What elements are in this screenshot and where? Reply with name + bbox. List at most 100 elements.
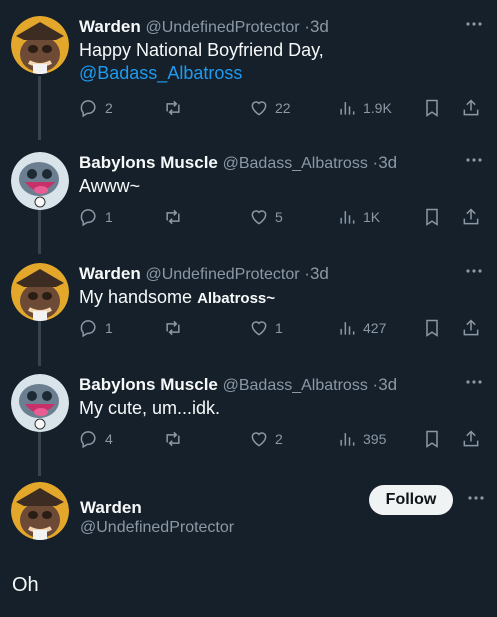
tweet[interactable]: Warden @UndefinedProtector ·3d Happy Nat… — [0, 16, 497, 126]
share-icon — [463, 208, 479, 225]
timestamp[interactable]: ·3d — [304, 17, 329, 36]
tweet-header: Warden @UndefinedProtector ·3d — [79, 263, 457, 286]
share-icon — [463, 99, 479, 116]
action-bar: 1 5 1K — [79, 205, 484, 229]
more-icon[interactable] — [467, 492, 485, 502]
timestamp[interactable]: ·3d — [373, 375, 398, 394]
retweet-button[interactable] — [163, 427, 183, 451]
reply-count: 1 — [105, 209, 113, 225]
tweet-text: My handsome Albatross~ — [79, 286, 275, 310]
more-icon[interactable] — [465, 376, 483, 386]
warden-avatar-art — [11, 263, 69, 321]
bookmark-button[interactable] — [422, 316, 442, 340]
tweet-text-line: Happy National Boyfriend Day, — [79, 40, 324, 60]
like-count: 5 — [275, 209, 283, 225]
tweet-text: Oh — [12, 574, 39, 596]
share-icon — [463, 430, 479, 447]
action-bar: 1 1 427 — [79, 316, 484, 340]
reply-button[interactable]: 2 — [79, 96, 113, 120]
retweet-icon — [166, 320, 180, 336]
author-handle[interactable]: @Badass_Albatross — [223, 377, 368, 394]
retweet-icon — [166, 431, 180, 447]
views-count: 1K — [363, 209, 381, 225]
views-icon — [340, 211, 355, 224]
share-icon — [463, 319, 479, 336]
views-button[interactable]: 395 — [337, 427, 386, 451]
heart-icon — [251, 210, 267, 225]
share-button[interactable] — [461, 427, 481, 451]
share-button[interactable] — [461, 316, 481, 340]
avatar-warden[interactable] — [11, 482, 69, 540]
like-count: 22 — [275, 100, 291, 116]
more-icon[interactable] — [465, 154, 483, 164]
author-name[interactable]: Warden — [79, 264, 141, 283]
retweet-button[interactable] — [163, 316, 183, 340]
tweet-text: Awww~ — [79, 176, 141, 196]
retweet-icon — [166, 100, 180, 116]
author-name[interactable]: Babylons Muscle — [79, 375, 218, 394]
timestamp[interactable]: ·3d — [373, 153, 398, 172]
bookmark-button[interactable] — [422, 96, 442, 120]
bookmark-icon — [426, 430, 438, 448]
like-button[interactable]: 1 — [249, 316, 283, 340]
author-handle[interactable]: @UndefinedProtector — [145, 19, 299, 36]
tweet-header: Warden @UndefinedProtector ·3d — [79, 16, 457, 39]
author-handle[interactable]: @UndefinedProtector — [80, 519, 234, 537]
heart-icon — [251, 432, 267, 447]
tweet-text: Happy National Boyfriend Day, @Badass_Al… — [79, 39, 324, 85]
reply-icon — [80, 100, 96, 118]
follow-button[interactable]: Follow — [369, 485, 453, 515]
author-handle[interactable]: @UndefinedProtector — [145, 266, 299, 283]
reply-icon — [80, 209, 96, 227]
retweet-button[interactable] — [163, 205, 183, 229]
tweet[interactable]: Babylons Muscle @Badass_Albatross ·3d Aw… — [0, 152, 497, 262]
timestamp[interactable]: ·3d — [304, 264, 329, 283]
like-button[interactable]: 2 — [249, 427, 283, 451]
avatar-babylons[interactable] — [11, 374, 69, 432]
avatar-warden[interactable] — [11, 16, 69, 74]
tweet[interactable]: Warden @UndefinedProtector ·3d My handso… — [0, 263, 497, 373]
avatar-babylons[interactable] — [11, 152, 69, 210]
retweet-icon — [166, 209, 180, 225]
avatar-warden[interactable] — [11, 263, 69, 321]
bookmark-icon — [426, 99, 438, 117]
author-name[interactable]: Warden — [80, 498, 142, 518]
retweet-button[interactable] — [163, 96, 183, 120]
like-button[interactable]: 5 — [249, 205, 283, 229]
like-button[interactable]: 22 — [249, 96, 291, 120]
more-icon[interactable] — [465, 18, 483, 28]
like-count: 2 — [275, 431, 283, 447]
heart-icon — [251, 321, 267, 336]
heart-icon — [251, 101, 267, 116]
reply-button[interactable]: 1 — [79, 205, 113, 229]
bookmark-icon — [426, 208, 438, 226]
mention-link[interactable]: @Badass_Albatross — [79, 62, 324, 85]
views-button[interactable]: 1K — [337, 205, 380, 229]
bookmark-button[interactable] — [422, 205, 442, 229]
tweet-header: Babylons Muscle @Badass_Albatross ·3d — [79, 374, 457, 397]
reply-icon — [80, 320, 96, 338]
share-button[interactable] — [461, 96, 481, 120]
tweet-text-plain: My handsome — [79, 287, 193, 307]
tweet-text: My cute, um...idk. — [79, 398, 221, 418]
tweet[interactable]: Babylons Muscle @Badass_Albatross ·3d My… — [0, 374, 497, 484]
share-button[interactable] — [461, 205, 481, 229]
tweet-text-bold: Albatross~ — [197, 290, 276, 307]
views-button[interactable]: 1.9K — [337, 96, 392, 120]
views-count: 1.9K — [363, 100, 392, 116]
reply-count: 1 — [105, 320, 113, 336]
bookmark-button[interactable] — [422, 427, 442, 451]
views-count: 395 — [363, 431, 387, 447]
author-name[interactable]: Warden — [79, 17, 141, 36]
more-icon[interactable] — [465, 265, 483, 275]
reply-button[interactable]: 1 — [79, 316, 113, 340]
reply-button[interactable]: 4 — [79, 427, 113, 451]
like-count: 1 — [275, 320, 283, 336]
views-icon — [340, 102, 355, 115]
reply-icon — [80, 431, 96, 449]
action-bar: 4 2 395 — [79, 427, 484, 451]
babylons-avatar-art — [11, 374, 69, 432]
author-handle[interactable]: @Badass_Albatross — [223, 155, 368, 172]
views-button[interactable]: 427 — [337, 316, 386, 340]
author-name[interactable]: Babylons Muscle — [79, 153, 218, 172]
